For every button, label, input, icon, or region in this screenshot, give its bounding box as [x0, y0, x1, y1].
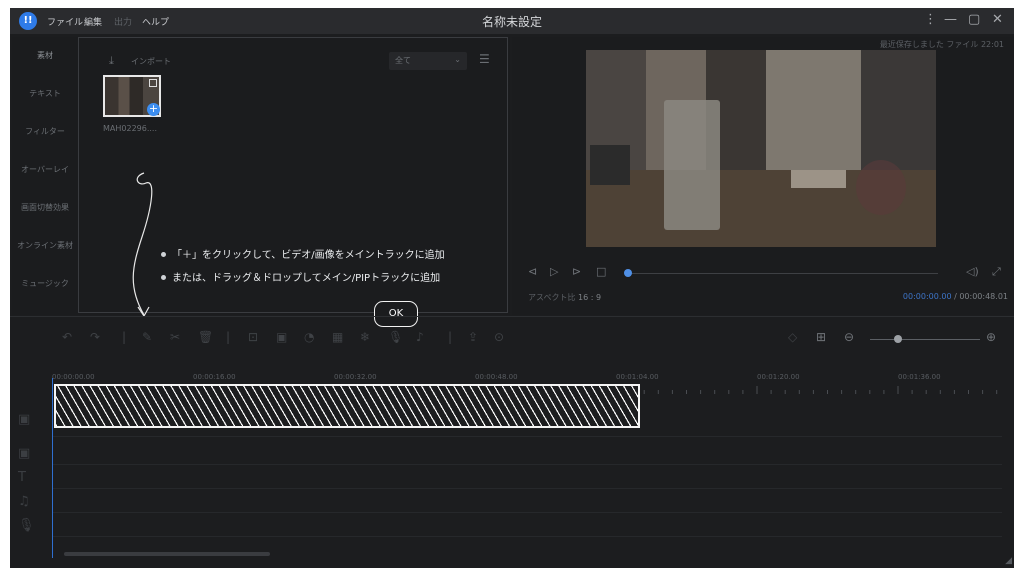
music-track-icon: ♫ — [18, 494, 30, 509]
track-divider — [52, 488, 1002, 489]
track-divider — [52, 512, 1002, 513]
timeline: 00:00:00.00 00:00:16.00 00:00:32.00 00:0… — [10, 366, 1014, 566]
hint-arrow — [132, 172, 153, 318]
mosaic-icon[interactable]: ▦ — [332, 330, 343, 344]
divider-icon: | — [122, 330, 127, 344]
document-title: 名称未設定 — [481, 15, 542, 29]
previous-frame-icon[interactable]: ⊲ — [528, 265, 537, 278]
timeline-scrollbar[interactable] — [64, 552, 270, 556]
fullscreen-icon[interactable]: ⤢ — [992, 265, 1001, 279]
current-time: 00:00:00.00 — [902, 292, 952, 301]
ruler-tick-label: 00:01:20.00 — [757, 373, 800, 381]
track-divider — [52, 436, 1002, 437]
resize-grip-icon[interactable]: ◢ — [1005, 556, 1012, 566]
ruler-tick-label: 00:00:48.00 — [475, 373, 518, 381]
category-media[interactable]: 素材 — [12, 37, 78, 75]
preview-panel: 最近保存しました ファイル 22:01 ⊲ ▷ ⊳ □ ◁) ⤢ アスペクト比 … — [512, 37, 1014, 315]
filter-value: 全て — [395, 56, 411, 65]
next-frame-icon[interactable]: ⊳ — [572, 265, 581, 278]
chevron-down-icon: ⌄ — [454, 55, 461, 64]
category-overlay[interactable]: オーバーレイ — [12, 151, 78, 189]
speed-icon[interactable]: ◔ — [304, 330, 314, 344]
pip-track-icon: ▣ — [18, 446, 31, 461]
audio-icon[interactable]: ♪ — [416, 330, 424, 344]
marker-icon[interactable]: ◇ — [788, 330, 797, 344]
image-icon[interactable]: ▣ — [276, 330, 287, 344]
total-time: 00:00:48.01 — [959, 292, 1008, 301]
ruler-tick-label: 00:01:04.00 — [616, 373, 659, 381]
freeze-icon[interactable]: ❄ — [360, 330, 370, 344]
ruler-tick-label: 00:00:16.00 — [193, 373, 236, 381]
category-sidebar: 素材 テキスト フィルター オーバーレイ 画面切替効果 オンライン素材 ミュージ… — [12, 37, 78, 315]
add-to-track-icon[interactable]: + — [147, 103, 160, 116]
timeline-toolbar: ↶ ↷ | ✎ ✂ 🗑 | ⊡ ▣ ◔ ▦ ❄ 🎙 ♪ | ⇪ ⊙ ◇ ⊞ ⊖ … — [10, 326, 1014, 354]
clip-placeholder[interactable] — [54, 384, 640, 428]
minimize-icon[interactable]: — — [944, 12, 957, 27]
close-icon[interactable]: ✕ — [992, 12, 1003, 27]
filter-dropdown[interactable]: 全て ⌄ — [389, 52, 467, 70]
zoom-in-icon[interactable]: ⊕ — [986, 330, 996, 344]
track-divider — [52, 536, 1002, 537]
crop-icon[interactable]: ⊡ — [248, 330, 258, 344]
title-bar: !! ファイル 編集 出力 ヘルプ 名称未設定 ⋮ — ▢ ✕ — [10, 8, 1014, 34]
ruler-tick-label: 00:00:32.00 — [334, 373, 377, 381]
divider-icon: | — [226, 330, 231, 344]
playhead-handle[interactable] — [624, 269, 632, 277]
category-text[interactable]: テキスト — [12, 75, 78, 113]
ruler-tick-label: 00:01:36.00 — [898, 373, 941, 381]
hint-bullet — [161, 275, 166, 280]
undo-icon[interactable]: ↶ — [62, 330, 72, 344]
timeline-playhead[interactable] — [52, 378, 53, 558]
record-icon[interactable]: ⊙ — [494, 330, 504, 344]
video-preview — [586, 50, 936, 247]
delete-icon[interactable]: 🗑 — [198, 330, 213, 344]
edit-icon[interactable]: ✎ — [142, 330, 152, 344]
category-transition[interactable]: 画面切替効果 — [12, 189, 78, 227]
text-track-icon: T — [18, 470, 26, 485]
aspect-ratio[interactable]: アスペクト比 16 : 9 — [528, 292, 601, 303]
category-filter[interactable]: フィルター — [12, 113, 78, 151]
maximize-icon[interactable]: ▢ — [968, 12, 980, 27]
zoom-slider[interactable] — [870, 339, 980, 340]
category-online-media[interactable]: オンライン素材 — [12, 227, 78, 265]
hint-text-drag: または、ドラッグ＆ドロップしてメイン/PIPトラックに追加 — [172, 273, 441, 284]
autosave-status: 最近保存しました ファイル 22:01 — [879, 40, 1004, 49]
split-icon[interactable]: ✂ — [170, 330, 180, 344]
hint-bullet — [161, 252, 166, 257]
export-icon[interactable]: ⇪ — [468, 330, 478, 344]
volume-icon[interactable]: ◁) — [966, 265, 979, 278]
mic-icon[interactable]: 🎙 — [388, 330, 403, 344]
voice-track-icon: 🎙 — [18, 518, 35, 533]
media-panel: 素材 テキスト フィルター オーバーレイ 画面切替効果 オンライン素材 ミュージ… — [12, 37, 510, 318]
select-checkbox[interactable] — [149, 79, 157, 87]
category-music[interactable]: ミュージック — [12, 265, 78, 303]
fit-timeline-icon[interactable]: ⊞ — [816, 330, 826, 344]
playback-controls: ⊲ ▷ ⊳ □ ◁) ⤢ — [512, 265, 1014, 283]
main-video-track-icon: ▣ — [18, 412, 31, 427]
import-icon[interactable]: ⤓ — [109, 54, 114, 68]
hint-text-add: 「＋」をクリックして、ビデオ/画像をメイントラックに追加 — [172, 250, 445, 261]
import-button[interactable]: インポート — [131, 56, 171, 67]
more-vertical-icon[interactable]: ⋮ — [924, 12, 937, 27]
aspect-ratio-value: 16 : 9 — [578, 293, 602, 302]
media-thumbnail[interactable]: + — [103, 75, 161, 117]
zoom-slider-handle[interactable] — [894, 335, 902, 343]
ruler-tick-label: 00:00:00.00 — [52, 373, 95, 381]
redo-icon[interactable]: ↷ — [90, 330, 100, 344]
playback-scrubber[interactable] — [630, 273, 938, 274]
aspect-ratio-label: アスペクト比 — [528, 293, 576, 302]
panel-divider — [10, 316, 1014, 317]
track-divider — [52, 464, 1002, 465]
ok-button[interactable]: OK — [374, 301, 418, 327]
media-filename: MAH02296.... — [103, 124, 158, 133]
video-editor-window: !! ファイル 編集 出力 ヘルプ 名称未設定 ⋮ — ▢ ✕ 素材 テキスト … — [10, 8, 1014, 568]
divider-icon: | — [448, 330, 453, 344]
play-icon[interactable]: ▷ — [550, 265, 558, 278]
zoom-out-icon[interactable]: ⊖ — [844, 330, 854, 344]
list-view-icon[interactable]: ☰ — [479, 52, 490, 66]
stop-icon[interactable]: □ — [596, 265, 606, 278]
timecode: 00:00:00.00 / 00:00:48.01 — [903, 292, 1008, 301]
